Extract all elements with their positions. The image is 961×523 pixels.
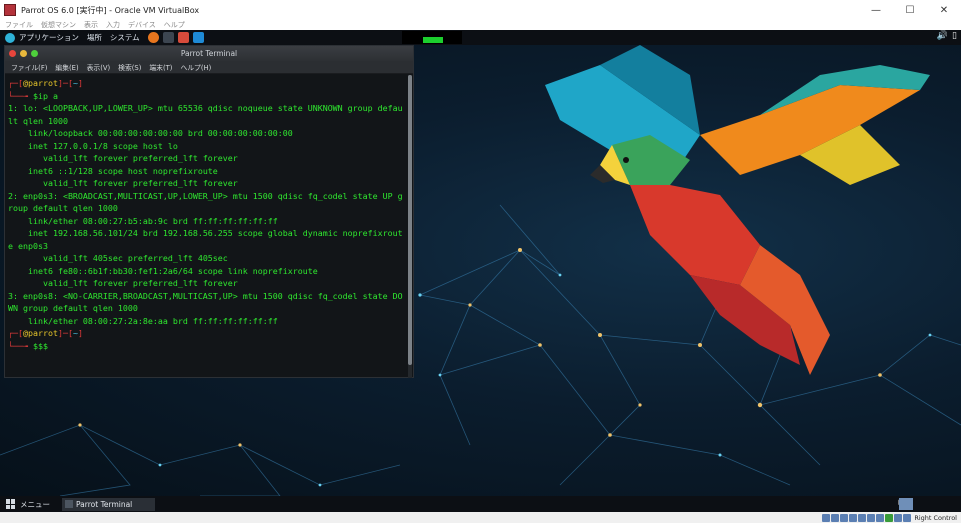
menu-button-label[interactable]: メニュー: [20, 499, 50, 510]
terminal-menu-help[interactable]: ヘルプ(H): [180, 62, 211, 72]
terminal-title-bar[interactable]: Parrot Terminal: [5, 46, 413, 61]
terminal-title: Parrot Terminal: [180, 49, 238, 58]
terminal-output-line: inet6 fe80::6b1f:bb30:fef1:2a6/64 scope …: [8, 265, 318, 276]
terminal-menu-edit[interactable]: 編集(E): [55, 62, 78, 72]
display-status-icon[interactable]: [876, 513, 885, 522]
guest-screen[interactable]: アプリケーション 場所 システム 🔊 ▯ Parrot Terminal ファイ…: [0, 30, 961, 512]
terminal-menu-file[interactable]: ファイル(F): [11, 62, 47, 72]
scrollbar-thumb[interactable]: [408, 75, 412, 365]
panel-applications[interactable]: アプリケーション: [19, 32, 79, 43]
bottom-taskbar: メニュー Parrot Terminal ⌨: [0, 496, 961, 512]
vbox-status-bar: Right Control: [0, 512, 961, 523]
terminal-output-line: inet6 ::1/128 scope host noprefixroute: [8, 165, 218, 176]
terminal-output-line: 2: enp0s3: <BROADCAST,MULTICAST,UP,LOWER…: [8, 190, 403, 214]
workspace-switcher[interactable]: [899, 498, 913, 510]
host-key-label: Right Control: [914, 513, 957, 522]
cpu-monitor-widget: [402, 31, 462, 44]
terminal-output-line: inet 192.168.56.101/24 brd 192.168.56.25…: [8, 228, 403, 251]
taskbar-terminal-label: Parrot Terminal: [76, 499, 133, 509]
command-text: $ip a: [32, 90, 58, 101]
terminal-command-line: └──╼ $ip a: [8, 90, 58, 101]
panel-system[interactable]: システム: [110, 32, 140, 43]
terminal-prompt-line: ┌─[@parrot]─[~]: [8, 328, 83, 338]
close-button[interactable]: ✕: [927, 0, 961, 20]
terminal-output-line: 1: lo: <LOOPBACK,UP,LOWER_UP> mtu 65536 …: [8, 103, 403, 126]
vscode-launcher-icon[interactable]: [192, 32, 204, 43]
tool-launcher-icon[interactable]: [177, 32, 189, 43]
terminal-prompt-line: ┌─[@parrot]─[~]: [8, 78, 83, 88]
volume-icon[interactable]: 🔊: [937, 31, 948, 41]
virtualbox-window: Parrot OS 6.0 [実行中] - Oracle VM VirtualB…: [0, 0, 961, 523]
top-panel: アプリケーション 場所 システム 🔊 ▯: [0, 30, 961, 45]
terminal-scrollbar[interactable]: [408, 75, 412, 378]
storage-status-icon[interactable]: [822, 513, 831, 522]
vbox-menu-bar: ファイル 仮想マシン 表示 入力 デバイス ヘルプ: [0, 20, 961, 30]
vbox-menu-view[interactable]: 表示: [84, 20, 98, 30]
cpu-status-icon[interactable]: [894, 513, 903, 522]
terminal-menu-view[interactable]: 表示(V): [87, 62, 111, 72]
terminal-output-line: inet 127.0.0.1/8 scope host lo: [8, 140, 178, 151]
vbox-menu-input[interactable]: 入力: [106, 20, 120, 30]
vbox-menu-file[interactable]: ファイル: [5, 20, 33, 30]
terminal-output[interactable]: ┌─[@parrot]─[~] └──╼ $ip a 1: lo: <LOOPBAC…: [5, 75, 407, 377]
shared-folder-status-icon[interactable]: [867, 513, 876, 522]
vbox-title-bar: Parrot OS 6.0 [実行中] - Oracle VM VirtualB…: [0, 0, 961, 20]
terminal-menu-search[interactable]: 検索(S): [118, 62, 141, 72]
terminal-output-line: valid_lft forever preferred_lft forever: [8, 278, 238, 288]
menu-grid-icon[interactable]: [6, 499, 16, 509]
terminal-menu-bar: ファイル(F) 編集(E) 表示(V) 検索(S) 端末(T) ヘルプ(H): [5, 61, 413, 74]
terminal-output-line: link/ether 08:00:27:b5:ab:9c brd ff:ff:f…: [8, 215, 278, 226]
terminal-command-line: └──╼ $$$: [8, 340, 48, 351]
terminal-output-line: link/ether 08:00:27:2a:8e:aa brd ff:ff:f…: [8, 315, 278, 326]
taskbar-terminal-button[interactable]: Parrot Terminal: [62, 497, 155, 511]
vbox-menu-machine[interactable]: 仮想マシン: [41, 20, 76, 30]
firefox-launcher-icon[interactable]: [147, 32, 159, 43]
maximize-button[interactable]: ☐: [893, 0, 927, 20]
window-title: Parrot OS 6.0 [実行中] - Oracle VM VirtualB…: [21, 5, 200, 15]
network-icon[interactable]: ▯: [952, 31, 957, 41]
vbox-menu-help[interactable]: ヘルプ: [164, 20, 185, 30]
command-text: $$$: [32, 340, 48, 351]
tray-area: 🔊 ▯: [937, 31, 957, 41]
parrot-logo-icon[interactable]: [5, 32, 15, 43]
terminal-output-line: link/loopback 00:00:00:00:00:00 brd 00:0…: [8, 128, 293, 138]
usb-status-icon[interactable]: [858, 513, 867, 522]
virtualbox-logo-icon: [4, 4, 16, 16]
prompt-user: @parrot: [23, 328, 58, 338]
recording-status-icon[interactable]: [885, 513, 894, 522]
terminal-launcher-icon[interactable]: [162, 32, 174, 43]
vbox-menu-devices[interactable]: デバイス: [128, 20, 156, 30]
terminal-task-icon: [65, 500, 73, 508]
terminal-output-line: valid_lft forever preferred_lft forever: [8, 178, 238, 188]
terminal-menu-terminal[interactable]: 端末(T): [149, 62, 172, 72]
optical-status-icon[interactable]: [831, 513, 840, 522]
network-status-icon[interactable]: [849, 513, 858, 522]
mouse-status-icon[interactable]: [903, 513, 912, 522]
cpu-load-bar: [423, 37, 443, 43]
terminal-window[interactable]: Parrot Terminal ファイル(F) 編集(E) 表示(V) 検索(S…: [4, 45, 414, 378]
terminal-output-line: valid_lft forever preferred_lft forever: [8, 153, 238, 163]
minimize-button[interactable]: —: [859, 0, 893, 20]
prompt-user: @parrot: [23, 78, 58, 88]
panel-places[interactable]: 場所: [87, 32, 102, 43]
window-controls: — ☐ ✕: [859, 0, 961, 20]
audio-status-icon[interactable]: [840, 513, 849, 522]
terminal-output-line: 3: enp0s8: <NO-CARRIER,BROADCAST,MULTICA…: [8, 290, 403, 314]
terminal-output-line: valid_lft 405sec preferred_lft 405sec: [8, 253, 228, 263]
